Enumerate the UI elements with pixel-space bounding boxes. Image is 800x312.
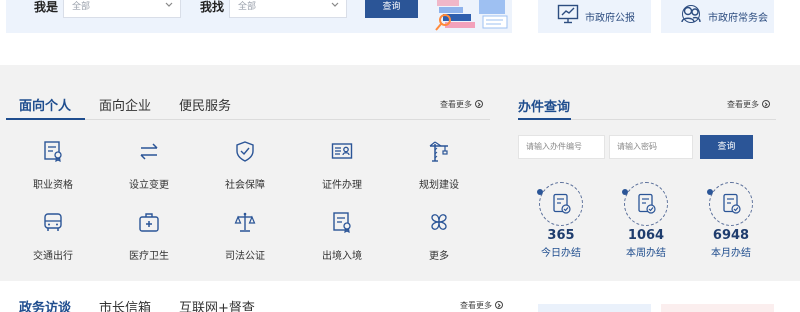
ring-dot bbox=[622, 189, 628, 195]
stat-today: 365 今日办结 bbox=[531, 182, 591, 262]
medical-kit-icon bbox=[139, 213, 159, 232]
bus-icon bbox=[44, 213, 62, 231]
stat-caption: 本月办结 bbox=[711, 248, 751, 259]
books-illustration bbox=[435, 0, 508, 31]
meeting-people-icon bbox=[681, 5, 701, 23]
chevron-down-icon bbox=[331, 2, 339, 7]
chevron-right-circle-icon bbox=[495, 301, 503, 309]
query-more-link[interactable]: 查看更多 bbox=[727, 100, 770, 110]
chart-screen-icon bbox=[557, 4, 579, 24]
tab-convenience[interactable]: 便民服务 bbox=[179, 95, 231, 114]
tab-internet-supervision[interactable]: 互联网+督查 bbox=[179, 297, 255, 312]
more-text: 查看更多 bbox=[727, 100, 759, 109]
iam-select[interactable]: 全部 bbox=[63, 0, 181, 18]
iam-select-value: 全部 bbox=[72, 2, 91, 12]
service-item[interactable]: 出境入境 bbox=[307, 211, 377, 271]
tab-enterprise[interactable]: 面向企业 bbox=[99, 95, 151, 114]
service-label: 医疗卫生 bbox=[129, 251, 169, 262]
bottom-more-link[interactable]: 查看更多 bbox=[460, 301, 503, 311]
chevron-right-circle-icon bbox=[475, 100, 483, 108]
title-underline bbox=[518, 118, 571, 120]
quick-link-bulletin[interactable]: 市政府公报 bbox=[538, 0, 651, 33]
service-item[interactable]: 设立变更 bbox=[114, 140, 184, 200]
stat-caption: 今日办结 bbox=[541, 248, 581, 259]
document-check-icon bbox=[638, 193, 656, 214]
placeholder-text: 请输入办件编号 bbox=[526, 142, 582, 151]
four-petal-icon bbox=[431, 214, 447, 230]
certificate-icon bbox=[44, 141, 62, 162]
service-label: 设立变更 bbox=[129, 180, 169, 191]
stat-month: 6948 本月办结 bbox=[701, 182, 761, 262]
service-label: 交通出行 bbox=[33, 251, 73, 262]
more-text: 查看更多 bbox=[460, 301, 492, 310]
document-check-icon bbox=[553, 193, 571, 214]
query-panel-title: 办件查询 bbox=[518, 100, 571, 115]
search-box: 我是 全部 我找 全部 查询 bbox=[6, 0, 512, 33]
shield-check-icon bbox=[236, 141, 254, 162]
service-tabs: 面向个人 面向企业 便民服务 bbox=[6, 91, 490, 120]
stat-ring bbox=[537, 182, 583, 226]
find-select[interactable]: 全部 bbox=[229, 0, 347, 18]
bottom-strip: 政务访谈 市长信箱 互联网+督查 查看更多 bbox=[0, 281, 800, 312]
service-label: 司法公证 bbox=[225, 251, 265, 262]
ring-dot bbox=[537, 189, 543, 195]
service-item[interactable]: 社会保障 bbox=[210, 140, 280, 200]
promo-card[interactable] bbox=[661, 304, 774, 312]
passport-icon bbox=[333, 212, 351, 233]
stat-caption: 本周办结 bbox=[626, 248, 666, 259]
password-input[interactable]: 请输入密码 bbox=[609, 135, 693, 159]
stat-week: 1064 本周办结 bbox=[616, 182, 676, 262]
find-select-value: 全部 bbox=[238, 2, 257, 12]
swap-arrows-icon bbox=[140, 143, 158, 160]
more-text: 查看更多 bbox=[440, 100, 472, 109]
service-label: 证件办理 bbox=[322, 180, 362, 191]
services-more-link[interactable]: 查看更多 bbox=[440, 100, 483, 110]
placeholder-text: 请输入密码 bbox=[617, 142, 657, 151]
service-label: 职业资格 bbox=[33, 180, 73, 191]
quick-link-label: 市政府常务会 bbox=[708, 13, 768, 24]
promo-card[interactable] bbox=[538, 304, 651, 312]
quick-link-label: 市政府公报 bbox=[585, 13, 635, 24]
active-tab-indicator bbox=[6, 118, 85, 120]
top-strip: 我是 全部 我找 全部 查询 市政府公报 市政府常务会 bbox=[0, 0, 800, 65]
stat-ring bbox=[622, 182, 668, 226]
iam-label: 我是 bbox=[34, 0, 59, 14]
service-label: 出境入境 bbox=[322, 251, 362, 262]
stat-value: 1064 bbox=[627, 228, 665, 243]
query-button[interactable]: 查询 bbox=[700, 135, 753, 159]
find-label: 我找 bbox=[200, 0, 225, 14]
service-item[interactable]: 交通出行 bbox=[18, 211, 88, 271]
chevron-down-icon bbox=[165, 2, 173, 7]
services-section: 面向个人 面向企业 便民服务 查看更多 职业资格 设立变更 社会保障 证件办理 … bbox=[0, 65, 800, 281]
tab-personal[interactable]: 面向个人 bbox=[19, 95, 71, 114]
case-number-input[interactable]: 请输入办件编号 bbox=[518, 135, 605, 159]
search-button[interactable]: 查询 bbox=[365, 0, 418, 18]
tab-mayor-mailbox[interactable]: 市长信箱 bbox=[99, 297, 151, 312]
service-label: 更多 bbox=[429, 251, 449, 262]
crane-icon bbox=[429, 141, 448, 162]
stat-value: 365 bbox=[547, 228, 575, 243]
chevron-right-circle-icon bbox=[762, 100, 770, 108]
scales-icon bbox=[234, 212, 256, 232]
service-label: 规划建设 bbox=[419, 180, 459, 191]
service-item[interactable]: 医疗卫生 bbox=[114, 211, 184, 271]
service-item[interactable]: 职业资格 bbox=[18, 140, 88, 200]
document-check-icon bbox=[723, 193, 741, 214]
service-item[interactable]: 证件办理 bbox=[307, 140, 377, 200]
quick-link-meeting[interactable]: 市政府常务会 bbox=[661, 0, 774, 33]
stat-ring bbox=[707, 182, 753, 226]
ring-dot bbox=[707, 189, 713, 195]
stat-value: 6948 bbox=[712, 228, 750, 243]
tab-interview[interactable]: 政务访谈 bbox=[19, 297, 71, 312]
service-item[interactable]: 规划建设 bbox=[404, 140, 474, 200]
service-item[interactable]: 更多 bbox=[404, 211, 474, 271]
id-card-icon bbox=[331, 143, 353, 159]
service-item[interactable]: 司法公证 bbox=[210, 211, 280, 271]
service-label: 社会保障 bbox=[225, 180, 265, 191]
